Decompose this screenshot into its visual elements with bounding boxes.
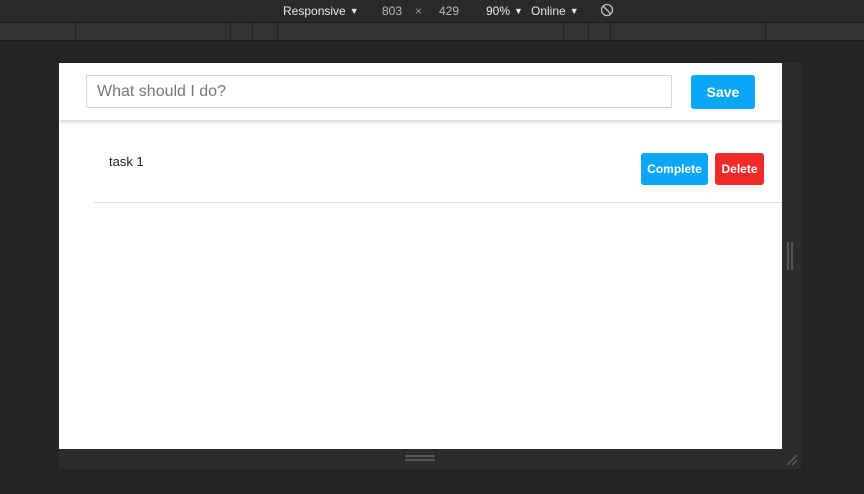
corner-resize-icon[interactable] [784,452,798,466]
caret-down-icon: ▼ [349,6,359,16]
zoom-label: 90% [486,4,511,18]
height-field[interactable]: 429 [439,3,459,19]
caret-down-icon: ▼ [569,6,579,16]
task-entry-bar: Save [59,63,782,120]
throttle-label: Online [531,4,566,18]
media-query-bar [0,23,864,41]
ruler-segment[interactable] [277,23,278,40]
task-text: task 1 [109,154,144,169]
ruler-segment[interactable] [252,23,253,40]
rotate-icon[interactable] [600,3,614,17]
task-input[interactable] [86,75,672,108]
ruler-segment[interactable] [765,23,766,40]
ruler-segment[interactable] [75,23,76,40]
device-toolbar: Responsive ▼ 803 × 429 90% ▼ Online ▼ [0,0,864,23]
task-row: task 1 Complete Delete [94,121,782,203]
device-label: Responsive [283,4,346,18]
save-button[interactable]: Save [691,75,755,109]
ruler-segment[interactable] [230,23,231,40]
zoom-select[interactable]: 90% ▼ [486,3,523,19]
delete-button[interactable]: Delete [715,153,764,185]
dimension-separator: × [415,4,423,18]
throttle-select[interactable]: Online ▼ [531,3,579,19]
height-resize-handle[interactable] [405,455,435,461]
ruler-segment[interactable] [563,23,564,40]
complete-button[interactable]: Complete [641,153,708,185]
page-viewport: Save task 1 Complete Delete [59,63,782,449]
ruler-segment[interactable] [588,23,589,40]
width-resize-handle[interactable] [787,242,793,270]
device-select[interactable]: Responsive ▼ [283,3,359,19]
caret-down-icon: ▼ [514,6,523,16]
ruler-segment[interactable] [610,23,611,40]
width-field[interactable]: 803 [382,3,402,19]
